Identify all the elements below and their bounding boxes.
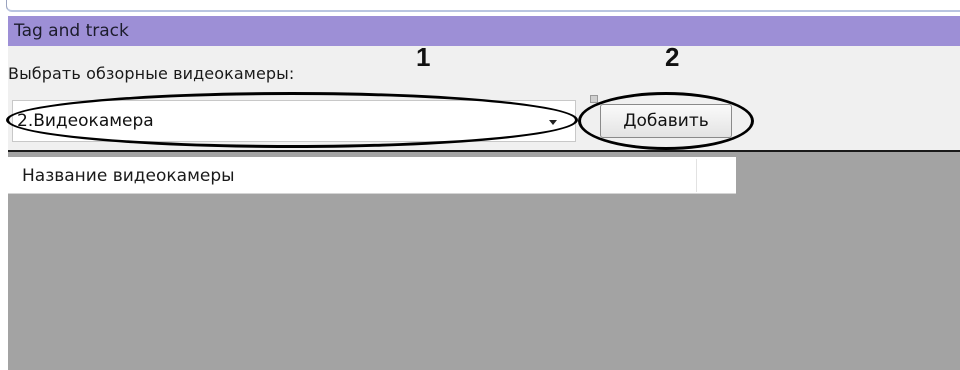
camera-select-value: 2.Видеокамера xyxy=(17,111,154,131)
window-frame-edge xyxy=(6,0,960,12)
select-cameras-label: Выбрать обзорные видеокамеры: xyxy=(8,64,295,83)
window-top-border xyxy=(0,0,960,14)
cameras-table-header: Название видеокамеры xyxy=(8,157,736,194)
add-camera-button[interactable]: Добавить xyxy=(600,104,732,138)
window-title-bar: Tag and track xyxy=(8,16,960,46)
chevron-down-icon[interactable] xyxy=(549,120,557,125)
column-separator[interactable] xyxy=(696,159,697,192)
resize-handle-icon xyxy=(590,95,598,103)
column-header-camera-name[interactable]: Название видеокамеры xyxy=(22,166,235,186)
camera-select-dropdown[interactable]: 2.Видеокамера xyxy=(12,100,576,142)
annotation-marker-2: 2 xyxy=(665,42,680,72)
tag-and-track-window: Tag and track Выбрать обзорные видеокаме… xyxy=(0,0,960,370)
annotation-marker-1: 1 xyxy=(416,42,431,72)
